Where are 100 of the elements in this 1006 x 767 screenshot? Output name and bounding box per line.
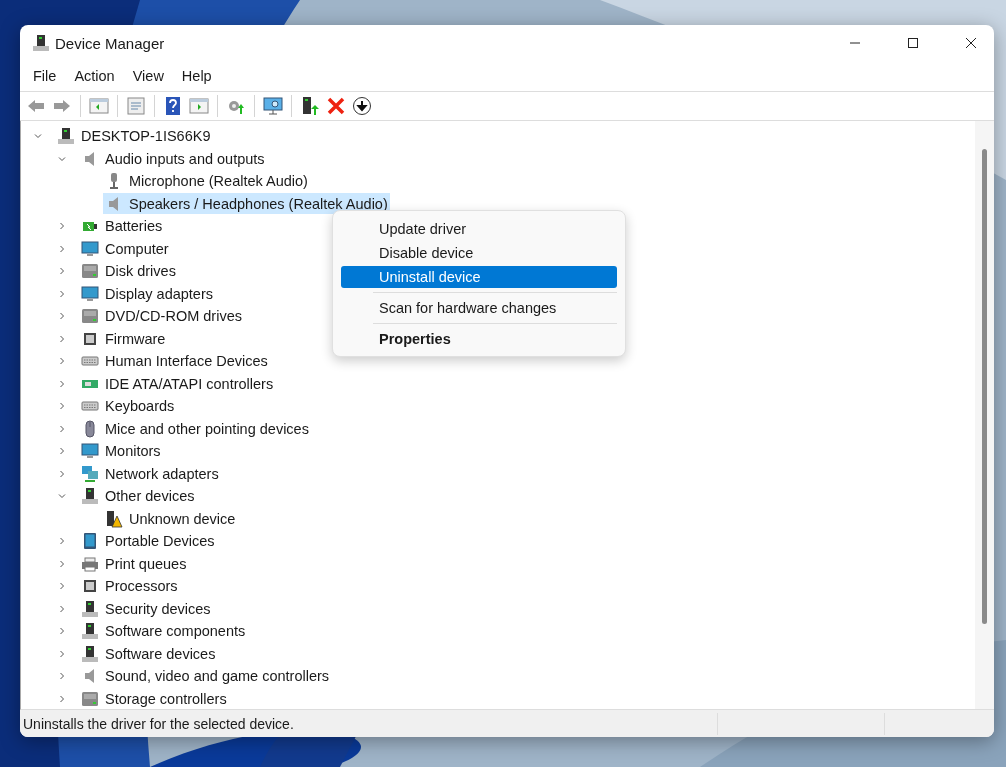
expand-chevron-icon[interactable]: [57, 288, 67, 299]
tree-item[interactable]: Disk drives: [79, 260, 178, 282]
tree-item[interactable]: Storage controllers: [79, 688, 229, 709]
tree-label: Display adapters: [105, 285, 213, 302]
tree-item[interactable]: Unknown device: [103, 508, 238, 530]
network-icon: [81, 464, 99, 483]
status-text: Uninstalls the driver for the selected device.: [22, 715, 295, 732]
tree-label: Mice and other pointing devices: [105, 420, 309, 437]
expand-chevron-icon[interactable]: [57, 311, 67, 322]
tree-label: Speakers / Headphones (Realtek Audio): [129, 195, 388, 212]
monitor-icon: [81, 442, 99, 461]
drive-icon: [81, 307, 99, 326]
tree-item[interactable]: Computer: [79, 238, 171, 260]
tree-item[interactable]: Sound, video and game controllers: [79, 665, 332, 687]
tree-item[interactable]: Display adapters: [79, 283, 215, 305]
scrollbar[interactable]: [975, 121, 994, 709]
tree-item[interactable]: Firmware: [79, 328, 168, 350]
drive-icon: [81, 689, 99, 708]
expand-chevron-icon[interactable]: [57, 243, 67, 254]
tree-item[interactable]: Processors: [79, 575, 180, 597]
printer-icon: [81, 554, 99, 573]
expand-chevron-icon[interactable]: [57, 423, 67, 434]
tree-item[interactable]: Software components: [79, 620, 248, 642]
tree-item[interactable]: IDE ATA/ATAPI controllers: [79, 373, 276, 395]
tree-label: Keyboards: [105, 398, 175, 415]
tree-label: Sound, video and game controllers: [105, 668, 330, 685]
cross-icon[interactable]: [325, 95, 347, 117]
menu-item[interactable]: Action: [65, 68, 124, 84]
tree-label: Print queues: [105, 555, 187, 572]
scan-monitor-icon[interactable]: [262, 95, 284, 117]
expand-chevron-icon[interactable]: [57, 581, 67, 592]
tree-item[interactable]: Batteries: [79, 215, 165, 237]
tree-label: Human Interface Devices: [105, 353, 268, 370]
expand-chevron-icon[interactable]: [57, 603, 67, 614]
tree-item[interactable]: Software devices: [79, 643, 218, 665]
tree-label: Network adapters: [105, 465, 219, 482]
computer-tower-icon: [81, 644, 99, 663]
drive-icon: [81, 262, 99, 281]
expand-chevron-icon[interactable]: [57, 626, 67, 637]
tree-label: Software devices: [105, 645, 216, 662]
expand-chevron-icon[interactable]: [57, 356, 67, 367]
properties-sheet-icon[interactable]: [125, 95, 147, 117]
tree-label: Computer: [105, 240, 169, 257]
computer-tower-icon: [81, 622, 99, 641]
tablet-icon: [81, 532, 99, 551]
tree-label: Processors: [105, 578, 178, 595]
expand-chevron-icon[interactable]: [57, 536, 67, 547]
computer-tower-icon: [57, 127, 75, 146]
tree-item[interactable]: Speakers / Headphones (Realtek Audio): [103, 193, 390, 215]
context-menu-item[interactable]: Uninstall device: [341, 266, 617, 288]
computer-tower-icon: [32, 34, 50, 52]
tree-label: Other devices: [105, 488, 195, 505]
tree-label: Batteries: [105, 218, 163, 235]
down-arrow-circle-icon[interactable]: [351, 95, 373, 117]
expand-chevron-icon[interactable]: [57, 333, 67, 344]
expand-chevron-icon[interactable]: [57, 648, 67, 659]
context-menu-item[interactable]: Disable device: [341, 242, 617, 264]
tree-item[interactable]: Human Interface Devices: [79, 350, 270, 372]
computer-tower-icon: [81, 487, 99, 506]
tree-item[interactable]: Other devices: [79, 485, 197, 507]
tree-item[interactable]: Microphone (Realtek Audio): [103, 170, 310, 192]
monitor-icon: [81, 284, 99, 303]
tree-item[interactable]: Keyboards: [79, 395, 177, 417]
expand-chevron-icon[interactable]: [57, 446, 67, 457]
tree-item[interactable]: DESKTOP-1IS66K9: [55, 125, 213, 147]
tree-label: IDE ATA/ATAPI controllers: [105, 375, 274, 392]
tree-label: Audio inputs and outputs: [105, 150, 265, 167]
expand-chevron-icon[interactable]: [57, 671, 67, 682]
expand-chevron-icon[interactable]: [57, 468, 67, 479]
tree-label: Portable Devices: [105, 533, 215, 550]
tree-label: Microphone (Realtek Audio): [129, 173, 308, 190]
menu-item[interactable]: Help: [172, 68, 221, 84]
tree-item[interactable]: Print queues: [79, 553, 189, 575]
context-menu-item[interactable]: Scan for hardware changes: [341, 297, 617, 319]
tree-item[interactable]: Security devices: [79, 598, 213, 620]
tree-label: Disk drives: [105, 263, 176, 280]
tree-item[interactable]: Monitors: [79, 440, 163, 462]
expand-chevron-icon[interactable]: [57, 558, 67, 569]
tree-label: DESKTOP-1IS66K9: [81, 128, 211, 145]
tree-label: Storage controllers: [105, 690, 227, 707]
tree-label: DVD/CD-ROM drives: [105, 308, 242, 325]
menu-item[interactable]: File: [24, 68, 66, 84]
expand-chevron-icon[interactable]: [57, 221, 67, 232]
tree-item[interactable]: DVD/CD-ROM drives: [79, 305, 244, 327]
tree-label: Unknown device: [129, 510, 236, 527]
tree-item[interactable]: Audio inputs and outputs: [79, 148, 267, 170]
expand-chevron-icon[interactable]: [57, 693, 67, 704]
tree-item[interactable]: Portable Devices: [79, 530, 217, 552]
expand-chevron-icon[interactable]: [57, 378, 67, 389]
tree-item[interactable]: Network adapters: [79, 463, 221, 485]
expand-chevron-icon[interactable]: [57, 401, 67, 412]
expand-chevron-icon[interactable]: [57, 266, 67, 277]
menu-item[interactable]: View: [123, 68, 173, 84]
window-title: Device Manager: [55, 34, 165, 52]
tree-item[interactable]: Mice and other pointing devices: [79, 418, 311, 440]
tree-label: Security devices: [105, 600, 211, 617]
tree-label: Firmware: [105, 330, 166, 347]
context-menu-item[interactable]: Update driver: [341, 218, 617, 240]
context-menu-item[interactable]: Properties: [341, 328, 617, 350]
console-tree-icon[interactable]: [88, 95, 110, 117]
